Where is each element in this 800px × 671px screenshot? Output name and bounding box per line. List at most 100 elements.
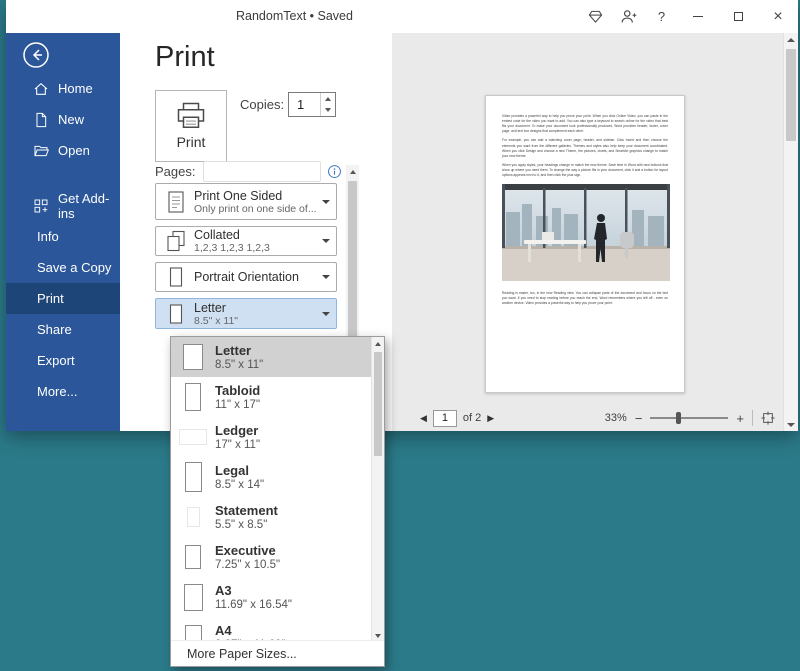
minimize-icon xyxy=(693,16,703,17)
info-icon[interactable] xyxy=(327,164,342,179)
sidebar-item-more[interactable]: More... xyxy=(6,376,120,407)
maximize-icon xyxy=(734,12,743,21)
sidebar-item-print[interactable]: Print xyxy=(6,283,120,314)
document-title: RandomText • Saved xyxy=(236,0,353,33)
people-icon[interactable] xyxy=(612,0,645,33)
copies-increment-button[interactable] xyxy=(321,93,335,105)
scroll-up-icon[interactable] xyxy=(372,337,384,350)
open-folder-icon xyxy=(33,143,49,159)
zoom-level-label: 33% xyxy=(605,412,627,424)
next-page-icon[interactable]: ▶ xyxy=(487,413,494,424)
pages-row: Pages: xyxy=(155,161,342,182)
collated-pages-icon xyxy=(164,230,188,252)
minimize-button[interactable] xyxy=(678,0,718,33)
print-preview-area: Video provides a powerful way to help yo… xyxy=(392,33,783,431)
help-button[interactable]: ? xyxy=(645,0,678,33)
one-sided-page-icon xyxy=(164,190,188,214)
preview-paragraph: Reading is easier, too, in the new Readi… xyxy=(502,291,668,306)
new-document-icon xyxy=(33,112,49,128)
zoom-slider[interactable] xyxy=(650,411,728,425)
desktop-background: RandomText • Saved ? × xyxy=(0,0,800,671)
word-window: RandomText • Saved ? × xyxy=(6,0,798,431)
chevron-down-icon xyxy=(322,239,330,243)
paper-size-list: Letter 8.5" x 11" Tabloid 11" x 17" Ledg… xyxy=(171,337,384,642)
close-icon: × xyxy=(773,9,782,25)
pages-input[interactable] xyxy=(203,161,321,182)
sidebar-item-home[interactable]: Home xyxy=(6,73,120,104)
scroll-down-icon[interactable] xyxy=(784,418,798,431)
preview-page: Video provides a powerful way to help yo… xyxy=(485,95,685,393)
preview-photo xyxy=(502,184,670,281)
close-button[interactable]: × xyxy=(758,0,798,33)
paper-size-item-legal[interactable]: Legal 8.5" x 14" xyxy=(171,457,384,497)
up-arrow-icon xyxy=(325,97,331,101)
sidebar-item-get-addins[interactable]: Get Add-ins xyxy=(6,190,120,221)
paper-size-item-a3[interactable]: A3 11.69" x 16.54" xyxy=(171,577,384,617)
sidebar-item-share[interactable]: Share xyxy=(6,314,120,345)
zoom-to-page-icon[interactable] xyxy=(761,411,775,425)
current-page-input[interactable]: 1 xyxy=(433,410,457,427)
copies-input[interactable] xyxy=(289,93,320,116)
paper-size-item-letter[interactable]: Letter 8.5" x 11" xyxy=(171,337,384,377)
print-button[interactable]: Print xyxy=(155,90,227,162)
addins-grid-icon xyxy=(33,198,49,214)
scroll-up-icon[interactable] xyxy=(784,33,798,46)
divider xyxy=(752,410,753,426)
zoom-controls: 33% − + xyxy=(605,410,775,426)
zoom-slider-track xyxy=(650,417,728,419)
zoom-out-button[interactable]: − xyxy=(635,411,643,426)
copies-decrement-button[interactable] xyxy=(321,105,335,117)
preview-paragraph: When you apply styles, your headings cha… xyxy=(502,163,668,178)
sidebar-menu: Home New Open Get Add-ins Info Save a Co… xyxy=(6,73,120,407)
setting-orientation[interactable]: Portrait Orientation xyxy=(155,262,337,292)
executive-page-icon xyxy=(185,545,201,569)
more-paper-sizes-button[interactable]: More Paper Sizes... xyxy=(171,640,384,666)
sidebar-item-info[interactable]: Info xyxy=(6,221,120,252)
preview-paragraph: For example, you can add a matching cove… xyxy=(502,138,668,158)
scrollbar-thumb[interactable] xyxy=(374,352,382,456)
printer-icon xyxy=(176,102,206,130)
setting-collation[interactable]: Collated 1,2,3 1,2,3 1,2,3 xyxy=(155,226,337,256)
sidebar-item-save-a-copy[interactable]: Save a Copy xyxy=(6,252,120,283)
paper-size-item-tabloid[interactable]: Tabloid 11" x 17" xyxy=(171,377,384,417)
home-icon xyxy=(33,81,49,97)
print-settings-list: Print One Sided Only print on one side o… xyxy=(155,183,337,329)
chevron-down-icon xyxy=(322,312,330,316)
setting-paper-size[interactable]: Letter 8.5" x 11" xyxy=(155,298,337,329)
gem-icon[interactable] xyxy=(579,0,612,33)
zoom-slider-thumb[interactable] xyxy=(676,412,681,424)
previous-page-icon[interactable]: ◀ xyxy=(420,413,427,424)
scrollbar-thumb[interactable] xyxy=(786,49,796,141)
paper-size-item-ledger[interactable]: Ledger 17" x 11" xyxy=(171,417,384,457)
legal-page-icon xyxy=(185,462,202,492)
paper-size-dropdown: Letter 8.5" x 11" Tabloid 11" x 17" Ledg… xyxy=(170,336,385,667)
back-button[interactable] xyxy=(22,41,50,69)
setting-print-one-sided[interactable]: Print One Sided Only print on one side o… xyxy=(155,183,337,220)
page-title: Print xyxy=(155,41,215,74)
dropdown-scrollbar[interactable] xyxy=(371,337,384,642)
maximize-button[interactable] xyxy=(718,0,758,33)
copies-label: Copies: xyxy=(240,97,284,112)
paper-size-page-icon xyxy=(164,304,188,324)
chevron-down-icon xyxy=(322,275,330,279)
copies-spin-buttons xyxy=(320,93,335,116)
paper-size-item-statement[interactable]: Statement 5.5" x 8.5" xyxy=(171,497,384,537)
paper-size-item-executive[interactable]: Executive 7.25" x 10.5" xyxy=(171,537,384,577)
ledger-page-icon xyxy=(179,429,207,445)
chevron-down-icon xyxy=(322,200,330,204)
a3-page-icon xyxy=(184,584,203,611)
scroll-up-icon[interactable] xyxy=(346,165,359,178)
sidebar-item-open[interactable]: Open xyxy=(6,135,120,166)
page-navigation: ◀ 1 of 2 ▶ xyxy=(420,410,494,427)
zoom-in-button[interactable]: + xyxy=(736,411,744,426)
page-count-label: of 2 xyxy=(463,412,481,424)
pages-label: Pages: xyxy=(155,164,195,179)
sidebar-item-new[interactable]: New xyxy=(6,104,120,135)
title-bar: RandomText • Saved ? × xyxy=(6,0,798,33)
preview-toolbar: ◀ 1 of 2 ▶ 33% − + xyxy=(392,405,783,431)
copies-stepper xyxy=(288,92,336,117)
preview-scrollbar[interactable] xyxy=(783,33,798,431)
sidebar-item-export[interactable]: Export xyxy=(6,345,120,376)
statement-page-icon xyxy=(187,507,200,527)
paper-size-item-a4[interactable]: A4 8.27" x 11.69" xyxy=(171,617,384,642)
